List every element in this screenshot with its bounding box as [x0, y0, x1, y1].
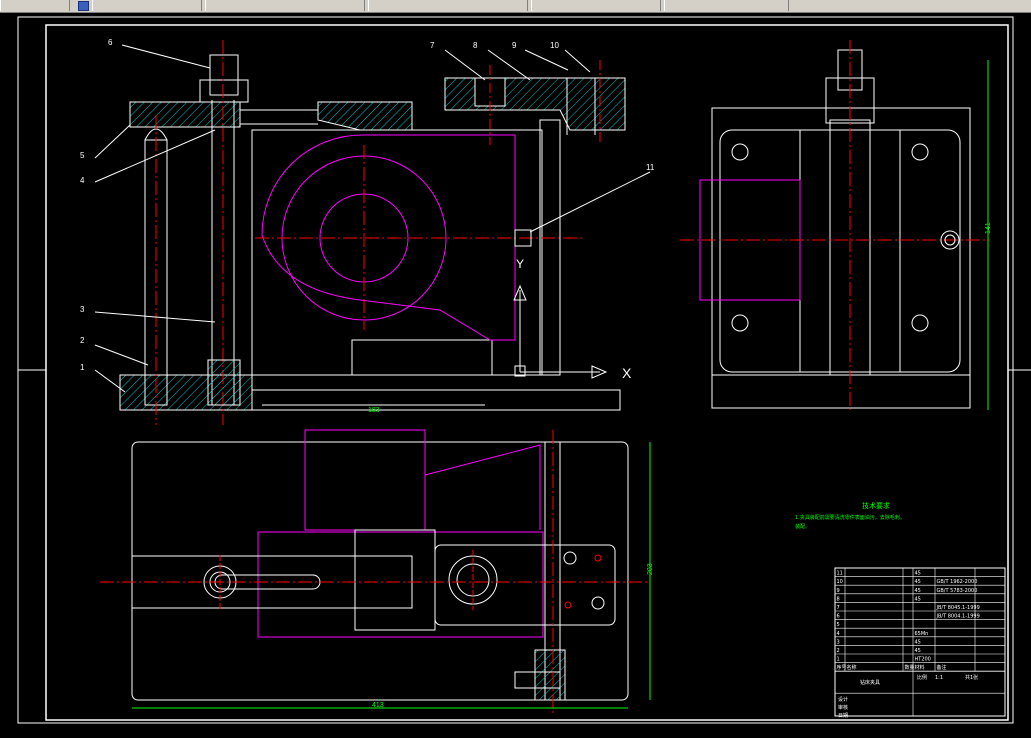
- tech-requirements: 技术要求 1.夹具装配前需要清洗零件表面油污，去除毛刺。 装配。: [795, 501, 905, 530]
- part-label-8: 8: [473, 41, 478, 50]
- toolbar-tab-3[interactable]: [205, 0, 365, 11]
- title-block-scale: 1:1: [935, 675, 943, 681]
- bom-cell: 11: [837, 571, 843, 577]
- bottom-strip: [0, 730, 1031, 738]
- front-view: Y X 183 6 7 8 9 10 11 5 4 3 2 1: [80, 38, 655, 425]
- bom-cell: 45: [915, 571, 921, 577]
- bom-cell: 1: [837, 657, 840, 663]
- cad-drawing-canvas[interactable]: Y X 183 6 7 8 9 10 11 5 4 3 2 1 141 413 …: [0, 12, 1031, 730]
- dim-top-width: 183: [368, 407, 380, 414]
- part-label-9: 9: [512, 41, 517, 50]
- bom-cell: 2: [837, 648, 840, 654]
- bom-table: 11 4510 45 GB/T 1962-20009 45 GB/T 5783-20008…: [834, 567, 1006, 719]
- bom-cell: 45: [915, 588, 921, 594]
- bom-cell: 45: [915, 648, 921, 654]
- x-axis-label: X: [622, 365, 632, 381]
- bom-cell: 45: [915, 596, 921, 602]
- bom-cell: GB/T 5783-2000: [937, 588, 978, 594]
- bom-header-cell: 备注: [937, 664, 947, 671]
- title-block-checker: 审核: [838, 704, 848, 711]
- part-label-6: 6: [108, 38, 113, 47]
- part-label-2: 2: [80, 336, 85, 345]
- part-label-11: 11: [646, 163, 655, 172]
- toolbar-tab-5[interactable]: [531, 0, 661, 11]
- bom-header-cell: 名称: [847, 664, 857, 671]
- tech-requirements-line1: 1.夹具装配前需要清洗零件表面油污，去除毛刺。: [795, 514, 905, 521]
- dim-bottom-height: 203: [647, 563, 654, 575]
- dim-side-height: 141: [985, 222, 992, 234]
- toolbar-tab-6[interactable]: [664, 0, 789, 11]
- part-label-5: 5: [80, 151, 85, 160]
- bom-cell: 8: [837, 596, 840, 602]
- toolbar-tab-1[interactable]: [0, 0, 70, 11]
- toolbar-tab-2[interactable]: [92, 0, 202, 11]
- part-label-1: 1: [80, 363, 85, 372]
- app-icon: [78, 1, 89, 11]
- bom-cell: GB/T 1962-2000: [937, 579, 978, 585]
- bom-cell: HT200: [915, 657, 931, 663]
- bom-cell: 5: [837, 622, 840, 628]
- title-block-date: 日期: [838, 713, 848, 719]
- tech-requirements-line2: 装配。: [795, 523, 810, 530]
- part-label-7: 7: [430, 41, 435, 50]
- bom-cell: 65Mn: [915, 631, 929, 637]
- tech-requirements-title: 技术要求: [862, 501, 890, 510]
- bom-cell: 10: [837, 579, 843, 585]
- part-label-3: 3: [80, 305, 85, 314]
- bom-cell: 6: [837, 614, 840, 620]
- title-block-designer: 设计: [838, 696, 848, 703]
- toolbar-tab-4[interactable]: [368, 0, 528, 11]
- bom-cell: 3: [837, 639, 840, 645]
- part-label-4: 4: [80, 176, 85, 185]
- title-block-sheet: 共1张: [965, 674, 978, 681]
- title-block-scale-label: 比例: [917, 674, 927, 681]
- side-view: 141: [680, 40, 992, 410]
- bom-cell: 45: [915, 579, 921, 585]
- title-block-name: 钻床夹具: [860, 679, 880, 686]
- bom-cell: 9: [837, 588, 840, 594]
- bom-cell: 4: [837, 631, 840, 637]
- top-view: 413 203: [100, 429, 654, 715]
- bom-cell: JB/T 8004.1-1999: [936, 614, 980, 620]
- dim-bottom-width: 413: [372, 702, 384, 709]
- part-label-10: 10: [550, 41, 559, 50]
- bom-cell: JB/T 8045.1-1999: [936, 605, 980, 611]
- bom-cell: 7: [837, 605, 840, 611]
- y-axis-label: Y: [516, 257, 524, 271]
- bom-header-cell: 材料: [915, 664, 925, 671]
- bom-cell: 45: [915, 639, 921, 645]
